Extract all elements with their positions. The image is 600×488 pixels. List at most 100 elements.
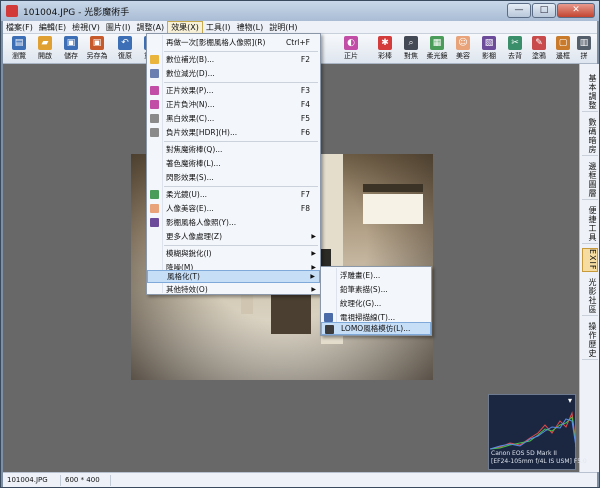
menu-effects[interactable]: 效果(X) [167,20,203,34]
open-folder-icon: ▰ [38,36,52,50]
toolbar-focus-button[interactable]: ⌕ 對焦 [397,35,425,63]
doodle-brush-icon: ✎ [532,36,546,50]
status-bar: 101004.JPG 600 * 400 [3,472,597,487]
menu-item-repeat[interactable]: 再做一次[影棚風格人像照](R) Ctrl+F [147,36,320,49]
menu-help[interactable]: 說明(H) [266,21,300,34]
positive-film-icon: ◐ [344,36,358,50]
toolbar-colorwand-button[interactable]: ✱ 彩棒 [371,35,399,63]
menu-item-label: 影棚風格人像照(Y)... [166,218,237,227]
toolbar-label: 正片 [344,52,358,60]
menu-item-hdr[interactable]: 負片效果[HDR](H)... F6 [147,126,320,139]
menu-edit[interactable]: 編輯(E) [36,21,69,34]
menu-item-more-portrait[interactable]: 更多人像處理(Z) ▶ [147,230,320,243]
submenu-item-lomo[interactable]: LOMO風格模仿(L)... [321,322,431,335]
toolbar-label: 開啟 [38,52,52,60]
side-tab-darkroom[interactable]: 數碼暗房 [582,116,598,156]
save-as-icon: ▣ [90,36,104,50]
menu-item-label: 其他特效(O) [166,285,208,294]
menu-item-positive[interactable]: 正片效果(P)... F3 [147,84,320,97]
menu-separator [164,51,318,52]
menu-item-shortcut: F4 [300,100,310,109]
side-tab-basic[interactable]: 基本調整 [582,72,598,112]
menu-file[interactable]: 檔案(F) [3,21,36,34]
submenu-item-texturize[interactable]: 紋理化(G)... [321,297,431,310]
menu-item-label: 閃影效果(S)... [166,173,214,182]
window-title: 101004.JPG - 光影魔術手 [23,7,130,18]
title-bar[interactable]: 101004.JPG - 光影魔術手 — □ ✕ [1,1,599,21]
menu-view[interactable]: 檢視(V) [69,21,103,34]
menu-item-beauty[interactable]: 人像美容(E)... F8 [147,202,320,215]
lomo-camera-icon [325,325,334,334]
status-dimensions: 600 * 400 [61,474,111,486]
menu-item-other-effects[interactable]: 其他特效(O) ▶ [147,283,320,296]
studio-icon [150,218,159,227]
menu-item-label: 浮雕畫(E)... [340,271,381,280]
close-button[interactable]: ✕ [557,3,595,18]
menu-item-bw[interactable]: 黑白效果(C)... F5 [147,112,320,125]
minimize-button[interactable]: — [507,3,531,18]
toolbar-save-as-button[interactable]: ▣ 另存為 [83,35,111,63]
menu-item-focus-wand[interactable]: 對焦魔術棒(Q)... [147,143,320,156]
side-tab-frames[interactable]: 邊框圖層 [582,160,598,200]
menu-separator [164,245,318,246]
menu-item-reduce-light[interactable]: 數位減光(D)... [147,67,320,80]
maximize-button[interactable]: □ [532,3,556,18]
menu-item-label: 負片效果[HDR](H)... [166,128,238,137]
submenu-item-emboss[interactable]: 浮雕畫(E)... [321,269,431,282]
menu-tools[interactable]: 工具(I) [203,21,234,34]
submenu-arrow-icon: ▶ [311,250,316,257]
toolbar-label: 對焦 [404,52,418,60]
menu-item-label: 人像美容(E)... [166,204,214,213]
toolbar-positive-button[interactable]: ◐ 正片 [337,35,365,63]
menu-item-label: 對焦魔術棒(Q)... [166,145,223,154]
save-disk-icon: ▣ [64,36,78,50]
menu-item-label: LOMO風格模仿(L)... [341,324,411,333]
menu-item-blur-sharpen[interactable]: 模糊與銳化(I) ▶ [147,247,320,260]
app-logo-icon [6,5,18,17]
toolbar-label: 另存為 [86,52,108,60]
menu-item-studio[interactable]: 影棚風格人像照(Y)... [147,216,320,229]
menu-item-label: 模糊與銳化(I) [166,249,212,258]
menu-item-flash[interactable]: 閃影效果(S)... [147,171,320,184]
menu-item-stylize[interactable]: 風格化(T) ▶ [147,270,320,283]
toolbar-save-button[interactable]: ▣ 儲存 [57,35,85,63]
menu-item-fill-light[interactable]: 數位補光(B)... F2 [147,53,320,66]
focus-magnifier-icon: ⌕ [404,36,418,50]
menu-item-label: 黑白效果(C)... [166,114,215,123]
toolbar-browse-button[interactable]: ▤ 瀏覽 [5,35,33,63]
submenu-item-pencil-sketch[interactable]: 鉛筆素描(S)... [321,283,431,296]
toolbar-label: 拼 [580,52,588,60]
frame-icon: ▢ [556,36,570,50]
toolbar-undo-button[interactable]: ↶ 復原 [111,35,139,63]
menu-item-cross-process[interactable]: 正片負沖(N)... F4 [147,98,320,111]
menu-item-soft-lens[interactable]: 柔光鏡(U)... F7 [147,188,320,201]
soft-lens-icon [150,190,159,199]
toolbar-studio-button[interactable]: ▧ 影棚 [475,35,503,63]
side-tab-history[interactable]: 操作歷史 [582,320,598,360]
menu-item-color-wand[interactable]: 著色魔術棒(L)... [147,157,320,170]
menu-image[interactable]: 圖片(I) [103,21,134,34]
menu-gifts[interactable]: 禮物(L) [234,21,267,34]
toolbar-label: 美容 [456,52,470,60]
undo-icon: ↶ [118,36,132,50]
photo-beam [363,184,423,192]
toolbar-beauty-button[interactable]: ☺ 美容 [449,35,477,63]
toolbar-open-button[interactable]: ▰ 開啟 [31,35,59,63]
window-controls: — □ ✕ [506,3,595,18]
side-tab-community[interactable]: 光影社區 [582,276,598,316]
menu-adjust[interactable]: 調整(A) [133,21,167,34]
menu-item-shortcut: F7 [300,190,310,199]
menu-item-shortcut: F8 [300,204,310,213]
submenu-arrow-icon: ▶ [310,273,315,280]
menu-item-label: 再做一次[影棚風格人像照](R) [166,38,266,47]
toolbar-label: 影棚 [482,52,496,60]
studio-icon: ▧ [482,36,496,50]
toolbar-softlens-button[interactable]: ▦ 柔光鏡 [423,35,451,63]
soft-lens-icon: ▦ [430,36,444,50]
exif-lens: [EF24-105mm f/4L IS USM] F5.0 [491,458,587,465]
toolbar-label: 瀏覽 [12,52,26,60]
toolbar-collage-button[interactable]: ▥ 拼 [573,35,595,63]
side-tab-tools[interactable]: 便捷工具 [582,204,598,244]
photo-window [363,194,423,224]
side-tab-exif[interactable]: EXIF [582,248,598,272]
